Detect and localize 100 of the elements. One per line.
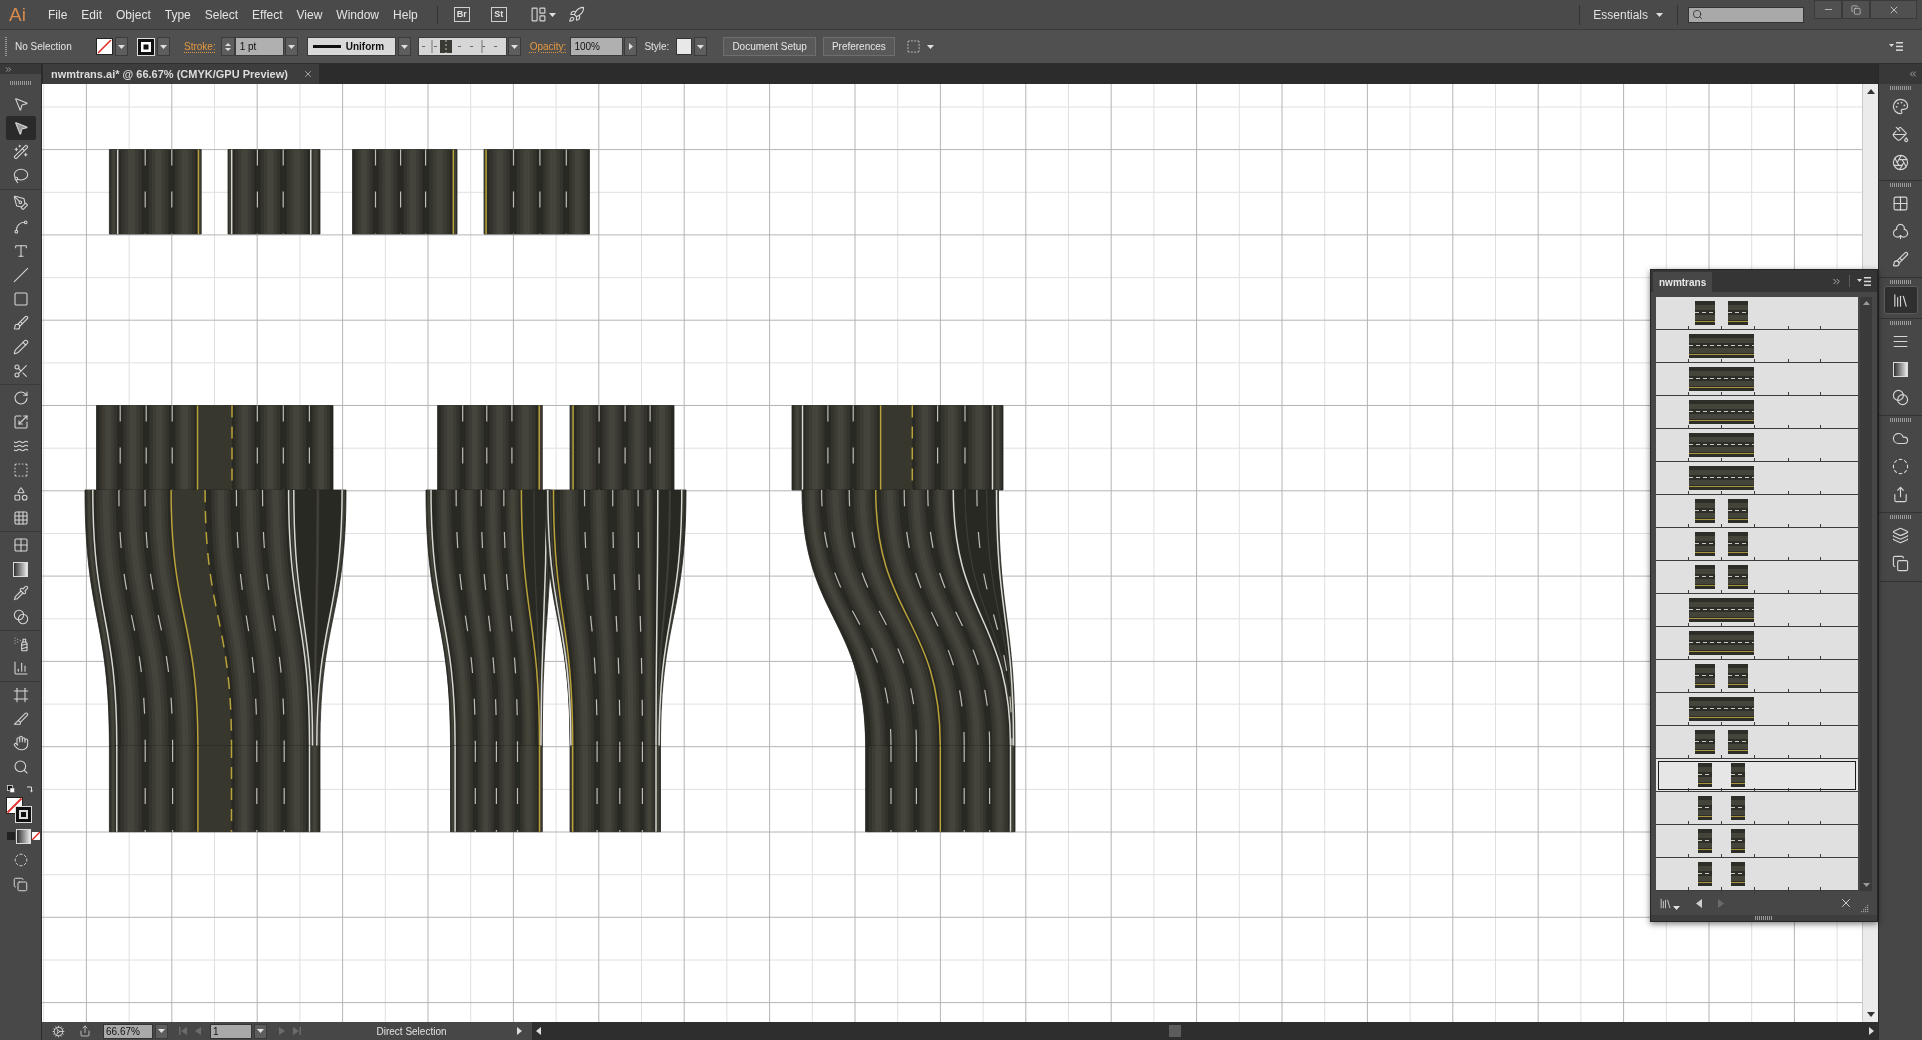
brush-row[interactable] (1656, 561, 1859, 594)
brush-row[interactable] (1656, 594, 1859, 627)
brush-row[interactable] (1656, 528, 1859, 561)
document-tab[interactable]: nwmtrans.ai* @ 66.67% (CMYK/GPU Preview) (43, 64, 319, 84)
brush-row[interactable] (1656, 363, 1859, 396)
restore-button[interactable] (1842, 0, 1870, 19)
grip-handle[interactable] (1889, 515, 1912, 519)
fill-stroke-icon[interactable] (6, 797, 32, 823)
dropdown-button[interactable] (115, 37, 128, 56)
right-triangle-icon[interactable] (517, 1027, 522, 1035)
document-title: nwmtrans.ai* @ 66.67% (CMYK/GPU Preview) (51, 66, 288, 82)
artboard-options-button[interactable] (49, 1024, 67, 1038)
tool-button[interactable] (5, 116, 36, 140)
menu-item[interactable]: Edit (74, 5, 110, 24)
no-fill-swatch-icon[interactable] (96, 38, 113, 55)
brush-library-button[interactable] (1659, 896, 1680, 910)
zoom-field[interactable]: 66.67% (103, 1023, 153, 1039)
arrange-button[interactable] (905, 39, 934, 54)
brush-row[interactable] (1656, 858, 1859, 891)
grip-handle[interactable] (1889, 280, 1912, 284)
menu-item[interactable]: File (41, 5, 75, 24)
resize-grip-icon[interactable] (1861, 905, 1869, 913)
dropdown-button[interactable] (254, 1023, 267, 1039)
dropdown-button[interactable] (284, 37, 298, 56)
brush-row[interactable] (1656, 693, 1859, 726)
remove-brush-button[interactable] (1839, 896, 1853, 910)
brush-row[interactable] (1656, 792, 1859, 825)
menu-item[interactable]: Effect (245, 5, 290, 24)
status-menu-button[interactable]: Direct Selection (309, 1023, 514, 1039)
type-icon (12, 243, 29, 259)
dropdown-button[interactable] (694, 37, 708, 56)
panel-menu-icon[interactable] (1889, 42, 1903, 51)
restore-icon (1851, 4, 1861, 15)
grip-handle[interactable] (1889, 418, 1912, 422)
artboard-canvas[interactable] (42, 84, 1862, 1022)
share-button[interactable] (78, 1024, 92, 1038)
toolbar-button[interactable]: Preferences (822, 37, 895, 56)
app-button[interactable]: Br (453, 7, 470, 22)
road-thumbnail-icon (1689, 367, 1754, 391)
stroke-label[interactable]: Stroke: (184, 39, 216, 54)
grid-icon (12, 510, 29, 526)
panel-tab[interactable]: nwmtrans (1653, 272, 1713, 292)
brush-row[interactable] (1656, 759, 1859, 792)
gpu-button[interactable] (567, 4, 585, 25)
menu-item[interactable]: Window (329, 5, 387, 24)
layout-button[interactable] (529, 4, 556, 25)
stroke-weight-field[interactable]: 1 pt (234, 37, 284, 56)
grip-handle[interactable] (1889, 321, 1912, 325)
opacity-label[interactable]: Opacity: (529, 39, 567, 54)
caret-icon (510, 44, 518, 49)
toolbar-button[interactable]: Document Setup (723, 37, 816, 56)
grip-handle[interactable] (1755, 916, 1773, 920)
previous-library-button[interactable] (1694, 897, 1704, 909)
color-mode-icon[interactable] (7, 832, 15, 840)
menu-item[interactable]: Object (109, 5, 158, 24)
style-swatch-icon[interactable] (676, 38, 693, 55)
palette-icon (1892, 97, 1909, 115)
grip-handle[interactable] (1889, 183, 1912, 187)
workspace-switcher[interactable]: Essentials (1593, 5, 1663, 24)
dock-panel-button[interactable] (1883, 286, 1918, 314)
opacity-slider-button[interactable] (624, 37, 638, 56)
stroke-weight-stepper[interactable] (220, 37, 235, 56)
opacity-field[interactable]: 100% (570, 37, 624, 56)
brush-row[interactable] (1656, 660, 1859, 693)
stroke-profile-dropdown[interactable]: Uniform (306, 37, 396, 56)
up-triangle-icon (224, 42, 231, 46)
brush-row[interactable] (1656, 627, 1859, 660)
brush-row[interactable] (1656, 495, 1859, 528)
menu-item[interactable]: Select (197, 5, 246, 24)
brush-row[interactable] (1656, 429, 1859, 462)
swap-arrow-icon[interactable] (26, 785, 34, 793)
menu-item[interactable]: Type (157, 5, 198, 24)
grip-handle[interactable] (5, 36, 7, 57)
grip-handle[interactable] (9, 81, 32, 85)
page-field[interactable]: 1 (210, 1023, 252, 1039)
none-mode-icon[interactable] (32, 832, 40, 840)
brush-row[interactable] (1656, 825, 1859, 858)
close-tab-button[interactable] (302, 68, 314, 80)
menu-item[interactable]: View (289, 5, 330, 24)
app-button[interactable]: St (490, 7, 507, 22)
stroke-swatch-icon[interactable] (137, 37, 155, 56)
brush-row[interactable] (1656, 396, 1859, 429)
brush-definition-dropdown[interactable] (417, 37, 507, 56)
caret-icon (926, 44, 934, 49)
scroll-thumb[interactable] (1169, 1025, 1181, 1037)
search-field[interactable] (1688, 6, 1804, 23)
panel-menu-icon[interactable] (1857, 276, 1871, 286)
menu-item[interactable]: Help (386, 5, 425, 24)
brush-row[interactable] (1656, 462, 1859, 495)
dropdown-button[interactable] (397, 37, 411, 56)
grip-handle[interactable] (1889, 86, 1912, 90)
brush-row[interactable] (1656, 726, 1859, 759)
default-colors-icon[interactable] (7, 785, 15, 793)
horizontal-scrollbar[interactable] (532, 1022, 1878, 1040)
dropdown-button[interactable] (507, 37, 521, 56)
dropdown-button[interactable] (157, 37, 170, 56)
brush-row[interactable] (1656, 330, 1859, 363)
dropdown-button[interactable] (155, 1023, 168, 1039)
panel-scrollbar[interactable] (1860, 297, 1872, 891)
gradient-mode-icon[interactable] (16, 828, 31, 844)
